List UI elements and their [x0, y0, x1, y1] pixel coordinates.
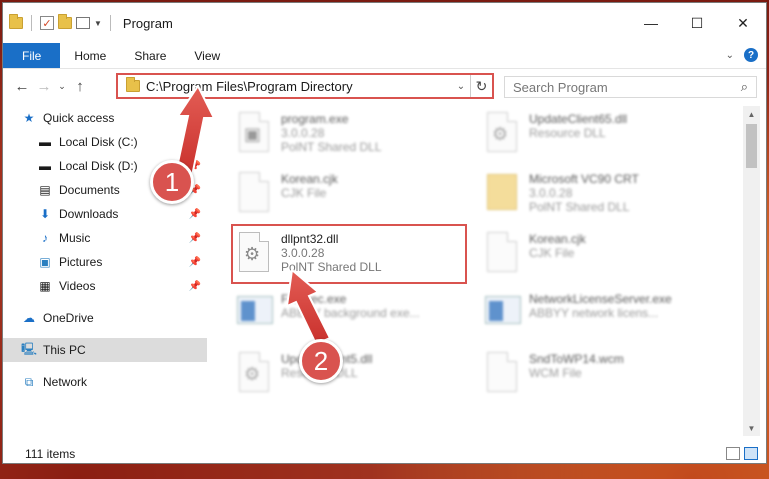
callout-1: 1: [150, 160, 194, 204]
annotation-arrows: [174, 84, 332, 346]
arrow-2: [285, 268, 332, 346]
callout-2: 2: [299, 339, 343, 383]
